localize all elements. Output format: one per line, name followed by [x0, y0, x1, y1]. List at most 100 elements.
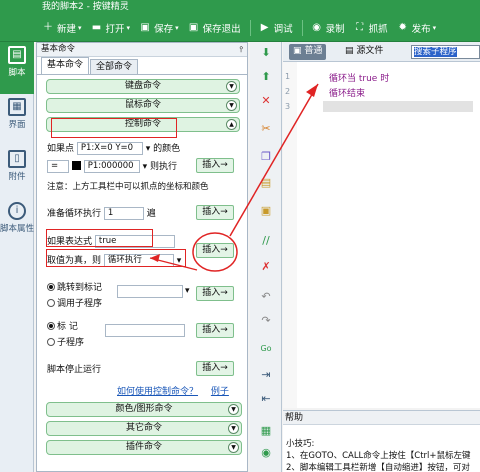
tab-source[interactable]: ▤ 源文件: [341, 44, 387, 60]
insert-if-expression-button[interactable]: 插入→: [196, 243, 234, 258]
arrow-up-icon[interactable]: ⬆: [259, 70, 273, 84]
tab-normal[interactable]: ▣ 普通: [289, 44, 327, 60]
comment-icon[interactable]: //: [259, 234, 273, 248]
command-panel: 基本命令 ⫯ 基本命令 全部命令 键盘命令 ▼ 鼠标命令 ▼ 控制命令 ▲ 如果点 P…: [36, 42, 248, 472]
expand-icon: ▼: [226, 81, 237, 92]
outdent-icon[interactable]: ⇤: [259, 392, 273, 406]
open-icon: ▬: [91, 21, 102, 33]
current-line-highlight: [323, 101, 473, 112]
indent-icon[interactable]: ⇥: [259, 368, 273, 382]
new-button[interactable]: ＋新建 ▾: [42, 21, 82, 35]
redo-icon[interactable]: ↷: [259, 314, 273, 328]
radio-call[interactable]: [47, 299, 55, 307]
tab-basic-commands[interactable]: 基本命令: [41, 57, 90, 74]
paste-below-icon[interactable]: ▣: [259, 204, 273, 218]
how-to-link[interactable]: 如何使用控制命令？: [117, 387, 198, 397]
rail-item-attachment[interactable]: ▯ 附件: [0, 146, 34, 198]
insert-loop-button[interactable]: 插入→: [196, 205, 234, 220]
help-links: 如何使用控制命令？ 例子: [117, 384, 229, 397]
highlight-condition: [46, 249, 186, 267]
capture-icon: ⛶: [356, 21, 364, 33]
toolbar-divider: [301, 19, 303, 36]
group-keyboard-commands[interactable]: 键盘命令 ▼: [46, 79, 240, 94]
uncomment-icon[interactable]: ✗: [259, 260, 273, 274]
insert-label-button[interactable]: 插入→: [196, 323, 234, 338]
help-line: 2、脚本编辑工具栏新增【自动缩进】按钮，可对: [286, 463, 470, 472]
script-editor[interactable]: ▣ 普通 ▤ 源文件 搜索子程序 1 2 3 循环当 true 时 循环结束: [283, 42, 480, 408]
code-line[interactable]: 循环当 true 时: [329, 71, 389, 84]
line-number: 3: [285, 102, 291, 111]
debug-icon: ▶: [260, 21, 269, 33]
copy-icon[interactable]: ❐: [259, 150, 273, 164]
attachment-icon: ▯: [8, 150, 26, 168]
point-coords-select[interactable]: P1:X=0 Y=0: [76, 142, 143, 155]
insert-jump-button[interactable]: 插入→: [196, 286, 234, 301]
rail-item-ui[interactable]: ▦ 界面: [0, 94, 34, 146]
jump-option[interactable]: 跳转到标记: [47, 280, 102, 293]
help-title: 帮助: [283, 411, 480, 425]
loop-count-input[interactable]: 1: [103, 207, 144, 220]
chevron-down-icon: ▾: [185, 286, 190, 296]
rail-item-script-properties[interactable]: i 脚本属性: [0, 198, 34, 250]
cut-icon[interactable]: ✂: [259, 122, 273, 136]
save-icon: ▣: [140, 21, 150, 33]
insert-if-point-button[interactable]: 插入→: [196, 158, 234, 173]
paste-icon[interactable]: ▤: [259, 176, 273, 190]
radio-jump[interactable]: [47, 283, 55, 291]
subroutine-search-input[interactable]: 搜索子程序: [411, 45, 480, 59]
publish-icon: ✹: [398, 21, 407, 33]
record-button[interactable]: ◉ 录制: [311, 21, 344, 35]
color-condition-row: = P1:000000 ▾ 则执行: [47, 159, 177, 173]
group-plugin-commands[interactable]: 插件命令 ▼: [46, 440, 242, 455]
panel-title: 基本命令 ⫯: [37, 43, 247, 57]
info-icon: i: [8, 202, 26, 220]
group-color-commands[interactable]: 颜色/图形命令 ▼: [46, 402, 242, 417]
jump-target-select[interactable]: [117, 285, 183, 298]
save-exit-button[interactable]: ▣ 保存退出: [188, 21, 241, 35]
settings-icon[interactable]: ▦: [259, 424, 273, 438]
source-view-icon: ▤: [345, 46, 357, 56]
new-icon: ＋: [43, 21, 53, 33]
save-exit-icon: ▣: [188, 21, 199, 33]
code-line[interactable]: 循环结束: [329, 86, 365, 99]
goto-icon[interactable]: Go: [259, 342, 273, 356]
highlight-control-commands: [51, 118, 177, 138]
color-value-select[interactable]: P1:000000: [83, 160, 140, 173]
capture-button[interactable]: ⛶ 抓抓: [354, 21, 388, 35]
delete-icon[interactable]: ✕: [259, 94, 273, 108]
undo-icon[interactable]: ↶: [259, 290, 273, 304]
insert-stop-button[interactable]: 插入→: [196, 361, 234, 376]
expand-icon: ▼: [228, 423, 239, 434]
debug-button[interactable]: ▶ 调试: [259, 21, 293, 35]
arrow-down-icon[interactable]: ⬇: [259, 46, 273, 60]
panel-tabs: 基本命令 全部命令: [37, 57, 247, 75]
chevron-down-icon: ▾: [78, 23, 82, 32]
script-icon: ▤: [8, 46, 26, 64]
pin-icon[interactable]: ⫯: [240, 43, 243, 56]
stop-row: 脚本停止运行: [47, 365, 102, 375]
rail-item-script[interactable]: ▤ 脚本: [0, 42, 34, 94]
save-button[interactable]: ▣ 保存 ▾: [139, 21, 179, 35]
call-option[interactable]: 调用子程序: [47, 296, 102, 309]
radio-label[interactable]: [47, 322, 55, 330]
group-other-commands[interactable]: 其它命令 ▼: [46, 421, 242, 436]
label-name-input[interactable]: [105, 324, 185, 337]
group-mouse-commands[interactable]: 鼠标命令 ▼: [46, 98, 240, 113]
label-option[interactable]: 标 记: [47, 319, 78, 332]
if-point-row: 如果点 P1:X=0 Y=0 ▾ 的颜色: [47, 142, 181, 155]
view-icon[interactable]: ◉: [259, 446, 273, 460]
example-link[interactable]: 例子: [211, 387, 229, 397]
open-button[interactable]: ▬ 打开 ▾: [91, 21, 131, 35]
publish-button[interactable]: ✹ 发布 ▾: [397, 21, 436, 35]
operator-select[interactable]: =: [47, 160, 69, 173]
tab-all-commands[interactable]: 全部命令: [90, 59, 139, 74]
ui-icon: ▦: [8, 98, 26, 116]
radio-subroutine[interactable]: [47, 338, 55, 346]
chevron-down-icon: ▾: [126, 23, 131, 32]
chevron-down-icon: ▾: [175, 23, 179, 32]
expand-icon: ▼: [228, 404, 239, 415]
subroutine-option[interactable]: 子程序: [47, 335, 84, 348]
main-toolbar: ＋新建 ▾ ▬ 打开 ▾ ▣ 保存 ▾ ▣ 保存退出 ▶ 调试 ◉ 录制 ⛶ 抓抓 ✹ 发布 ▾: [0, 14, 480, 42]
color-swatch[interactable]: [71, 161, 81, 170]
note-text: 注意：上方工具栏中可以抓点的坐标和颜色: [47, 182, 209, 192]
